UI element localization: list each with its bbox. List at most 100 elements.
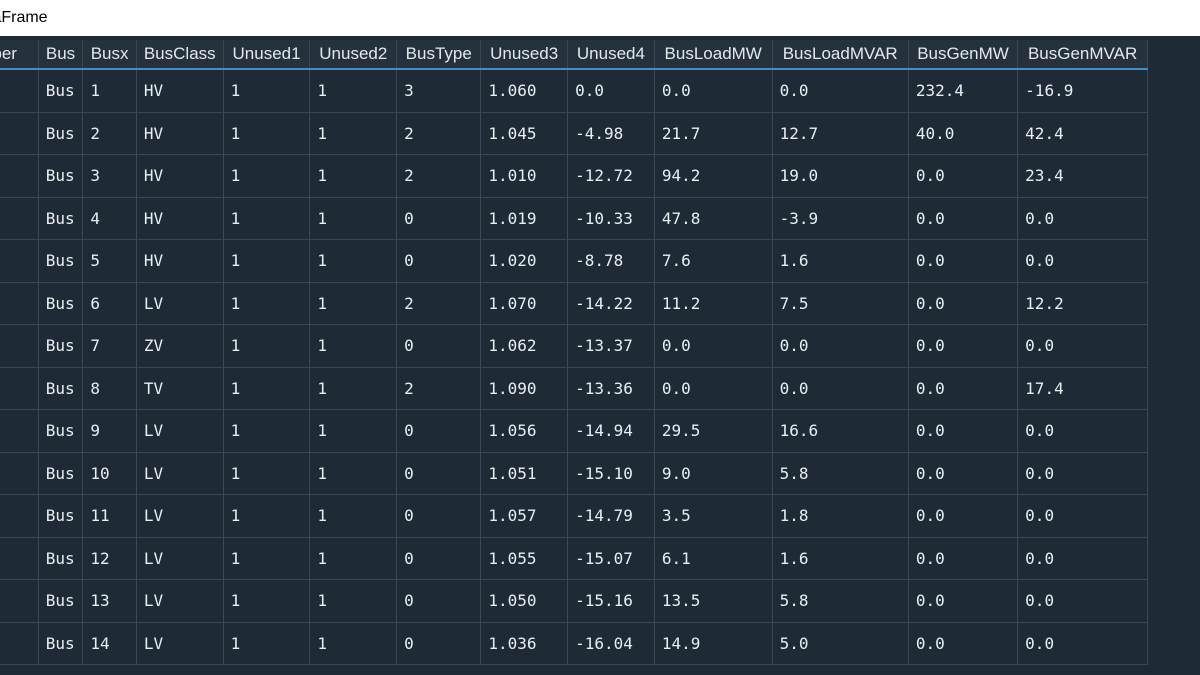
table-cell-unused2[interactable]: 1 (309, 367, 398, 410)
table-cell-busgenmw[interactable]: 0.0 (908, 579, 1019, 623)
column-header-busloadmvar[interactable]: BusLoadMVAR (772, 40, 909, 70)
table-cell-busx[interactable]: 2 (82, 112, 137, 155)
table-cell-unused2[interactable]: 1 (309, 452, 398, 495)
table-cell-busclass[interactable]: LV (136, 494, 224, 538)
table-cell-unused2[interactable]: 1 (309, 622, 398, 665)
table-cell-busloadmvar[interactable]: 5.8 (772, 579, 909, 623)
table-cell-busgenmw[interactable]: 0.0 (908, 324, 1019, 368)
table-cell-unused1[interactable]: 1 (223, 112, 311, 155)
table-cell-busgenmvar[interactable]: 0.0 (1017, 579, 1148, 623)
table-cell-bus[interactable]: Bus (38, 112, 84, 155)
table-cell-busloadmvar[interactable]: -3.9 (772, 197, 909, 240)
table-cell-busclass[interactable]: LV (136, 409, 224, 453)
table-cell-unused3[interactable]: 1.020 (480, 239, 569, 283)
table-cell-bus[interactable]: Bus (38, 69, 84, 113)
table-cell-bustype[interactable]: 0 (396, 324, 482, 368)
table-cell-umber[interactable] (0, 622, 39, 665)
table-cell-busx[interactable]: 9 (82, 409, 137, 453)
table-cell-bustype[interactable]: 2 (396, 112, 482, 155)
table-cell-bus[interactable]: Bus (38, 579, 84, 623)
table-cell-unused3[interactable]: 1.055 (480, 537, 569, 580)
table-cell-busgenmvar[interactable]: 23.4 (1017, 154, 1148, 198)
table-cell-unused3[interactable]: 1.062 (480, 324, 569, 368)
table-cell-busgenmvar[interactable]: 0.0 (1017, 324, 1148, 368)
table-cell-unused2[interactable]: 1 (309, 154, 398, 198)
table-cell-umber[interactable] (0, 409, 39, 453)
table-cell-bustype[interactable]: 3 (396, 69, 482, 113)
column-header-bustype[interactable]: BusType (396, 40, 482, 70)
table-cell-busgenmvar[interactable]: 0.0 (1017, 622, 1148, 665)
table-cell-unused1[interactable]: 1 (223, 622, 311, 665)
table-cell-busx[interactable]: 4 (82, 197, 137, 240)
table-cell-bustype[interactable]: 0 (396, 452, 482, 495)
table-cell-unused1[interactable]: 1 (223, 452, 311, 495)
table-cell-busx[interactable]: 8 (82, 367, 137, 410)
table-cell-busgenmw[interactable]: 0.0 (908, 452, 1019, 495)
table-cell-unused4[interactable]: -16.04 (567, 622, 655, 665)
table-cell-unused4[interactable]: -8.78 (567, 239, 655, 283)
column-header-busclass[interactable]: BusClass (136, 40, 224, 70)
table-row[interactable]: Bus 5 HV 1 1 0 1.020 -8.78 7.6 1.6 0.0 0.0 (0, 239, 1148, 283)
table-cell-unused3[interactable]: 1.090 (480, 367, 569, 410)
table-cell-busgenmw[interactable]: 0.0 (908, 494, 1019, 538)
table-cell-busloadmvar[interactable]: 1.8 (772, 494, 909, 538)
column-header-umber[interactable]: umber (0, 40, 39, 70)
table-cell-busloadmvar[interactable]: 0.0 (772, 69, 909, 113)
table-cell-busclass[interactable]: LV (136, 282, 224, 325)
table-cell-bustype[interactable]: 0 (396, 239, 482, 283)
table-cell-bus[interactable]: Bus (38, 324, 84, 368)
table-cell-busx[interactable]: 11 (82, 494, 137, 538)
table-cell-busloadmw[interactable]: 11.2 (654, 282, 773, 325)
table-cell-umber[interactable] (0, 324, 39, 368)
table-cell-busx[interactable]: 13 (82, 579, 137, 623)
table-cell-bus[interactable]: Bus (38, 452, 84, 495)
table-cell-unused4[interactable]: -4.98 (567, 112, 655, 155)
table-cell-busgenmw[interactable]: 0.0 (908, 537, 1019, 580)
table-cell-busclass[interactable]: HV (136, 197, 224, 240)
table-cell-unused1[interactable]: 1 (223, 324, 311, 368)
table-cell-bus[interactable]: Bus (38, 197, 84, 240)
table-cell-busgenmvar[interactable]: 0.0 (1017, 239, 1148, 283)
column-header-busgenmvar[interactable]: BusGenMVAR (1017, 40, 1148, 70)
table-cell-busx[interactable]: 10 (82, 452, 137, 495)
table-cell-bustype[interactable]: 2 (396, 367, 482, 410)
table-cell-busx[interactable]: 6 (82, 282, 137, 325)
table-cell-umber[interactable] (0, 69, 39, 113)
table-cell-busgenmvar[interactable]: 0.0 (1017, 494, 1148, 538)
table-cell-umber[interactable] (0, 537, 39, 580)
table-cell-busgenmw[interactable]: 0.0 (908, 409, 1019, 453)
table-cell-umber[interactable] (0, 494, 39, 538)
table-row[interactable]: Bus 12 LV 1 1 0 1.055 -15.07 6.1 1.6 0.0 0.0 (0, 537, 1148, 580)
table-row[interactable]: Bus 14 LV 1 1 0 1.036 -16.04 14.9 5.0 0.0 0.0 (0, 622, 1148, 665)
table-cell-unused4[interactable]: -13.36 (567, 367, 655, 410)
table-cell-unused1[interactable]: 1 (223, 69, 311, 113)
table-cell-bus[interactable]: Bus (38, 494, 84, 538)
table-cell-unused2[interactable]: 1 (309, 494, 398, 538)
table-cell-busloadmvar[interactable]: 1.6 (772, 537, 909, 580)
column-header-busx[interactable]: Busx (82, 40, 137, 70)
table-cell-busloadmvar[interactable]: 12.7 (772, 112, 909, 155)
table-cell-unused4[interactable]: -14.79 (567, 494, 655, 538)
table-cell-unused3[interactable]: 1.010 (480, 154, 569, 198)
table-cell-unused4[interactable]: -12.72 (567, 154, 655, 198)
table-cell-busloadmw[interactable]: 13.5 (654, 579, 773, 623)
table-cell-busloadmvar[interactable]: 5.0 (772, 622, 909, 665)
table-cell-busloadmvar[interactable]: 1.6 (772, 239, 909, 283)
table-cell-unused1[interactable]: 1 (223, 494, 311, 538)
table-cell-busloadmw[interactable]: 3.5 (654, 494, 773, 538)
table-cell-unused3[interactable]: 1.045 (480, 112, 569, 155)
table-cell-unused2[interactable]: 1 (309, 409, 398, 453)
column-header-unused4[interactable]: Unused4 (567, 40, 655, 70)
table-row[interactable]: Bus 11 LV 1 1 0 1.057 -14.79 3.5 1.8 0.0 0.0 (0, 494, 1148, 538)
table-cell-busloadmw[interactable]: 0.0 (654, 324, 773, 368)
table-cell-unused1[interactable]: 1 (223, 239, 311, 283)
table-cell-busloadmw[interactable]: 0.0 (654, 367, 773, 410)
table-cell-umber[interactable] (0, 154, 39, 198)
table-cell-unused4[interactable]: -14.94 (567, 409, 655, 453)
table-cell-busclass[interactable]: TV (136, 367, 224, 410)
table-cell-unused4[interactable]: -15.07 (567, 537, 655, 580)
table-cell-busgenmvar[interactable]: 17.4 (1017, 367, 1148, 410)
table-cell-unused2[interactable]: 1 (309, 537, 398, 580)
table-cell-umber[interactable] (0, 282, 39, 325)
table-cell-unused1[interactable]: 1 (223, 282, 311, 325)
